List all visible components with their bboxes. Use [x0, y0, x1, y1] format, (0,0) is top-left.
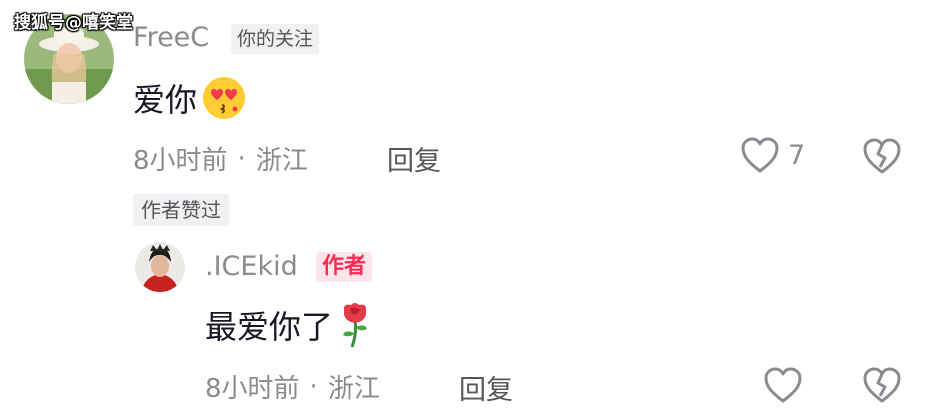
- heart-outline-icon: [763, 367, 803, 408]
- reply-reply-button[interactable]: 回复: [459, 368, 513, 407]
- comment-like-count: 7: [788, 139, 806, 171]
- comment-dislike-button[interactable]: [862, 137, 902, 175]
- reply-like-button[interactable]: [763, 366, 803, 404]
- comment-meta: 8小时前 · 浙江: [133, 140, 308, 177]
- reply-text: 最爱你了: [205, 308, 334, 346]
- comment-location: 浙江: [255, 146, 308, 176]
- reply-time: 8小时前: [205, 374, 300, 404]
- comment-text: 爱你: [133, 81, 198, 119]
- comment-like-button[interactable]: 7: [740, 136, 805, 174]
- comment-time: 8小时前: [133, 146, 228, 176]
- rose-emoji: [339, 301, 371, 349]
- broken-heart-icon: [862, 367, 902, 408]
- author-tag: 作者: [316, 252, 373, 282]
- author-liked-tag: 作者赞过: [133, 194, 229, 226]
- watermark: 搜狐号@嘻笑堂: [14, 13, 133, 33]
- comment-username[interactable]: FreeC: [133, 22, 209, 53]
- comment-text-row: 爱你: [133, 76, 247, 120]
- reply-meta: 8小时前 · 浙江: [205, 368, 380, 405]
- reply-location: 浙江: [327, 374, 380, 404]
- heart-eyes-kiss-emoji: [201, 75, 247, 121]
- broken-heart-icon: [862, 138, 902, 179]
- avatar-icekid[interactable]: [135, 242, 185, 292]
- reply-dislike-button[interactable]: [862, 366, 902, 404]
- meta-separator: ·: [237, 143, 246, 174]
- meta-separator: ·: [309, 371, 318, 402]
- comment-reply-button[interactable]: 回复: [387, 139, 441, 178]
- reply-username[interactable]: .ICEkid: [205, 251, 298, 282]
- following-tag: 你的关注: [231, 24, 320, 54]
- reply-text-row: 最爱你了: [205, 302, 371, 348]
- heart-outline-icon: [740, 136, 780, 174]
